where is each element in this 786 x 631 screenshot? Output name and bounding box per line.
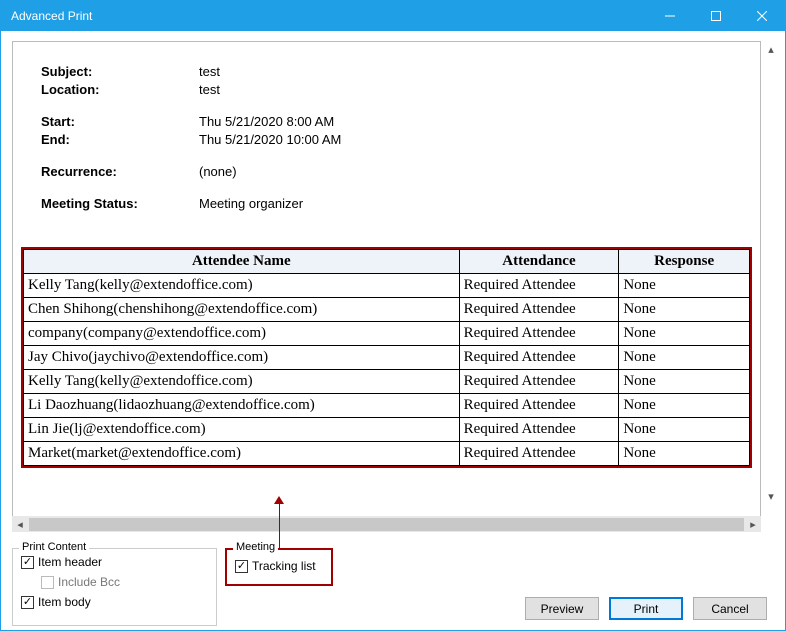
checkbox-icon — [235, 560, 248, 573]
attendance-cell: Required Attendee — [459, 442, 619, 466]
attendee-name-cell: company(company@extendoffice.com) — [24, 322, 460, 346]
start-value: Thu 5/21/2020 8:00 AM — [199, 114, 334, 129]
response-cell: None — [619, 394, 750, 418]
location-value: test — [199, 82, 220, 97]
response-cell: None — [619, 298, 750, 322]
response-cell: None — [619, 322, 750, 346]
attendee-name-cell: Chen Shihong(chenshihong@extendoffice.co… — [24, 298, 460, 322]
scroll-down-icon[interactable]: ▾ — [763, 488, 779, 504]
scroll-right-icon[interactable]: ▸ — [745, 516, 761, 532]
response-cell: None — [619, 442, 750, 466]
checkbox-icon — [21, 556, 34, 569]
maximize-button[interactable] — [693, 1, 739, 31]
table-row: company(company@extendoffice.com)Require… — [24, 322, 750, 346]
status-label: Meeting Status: — [41, 196, 199, 211]
status-value: Meeting organizer — [199, 196, 303, 211]
scroll-up-icon[interactable]: ▴ — [763, 41, 779, 57]
scroll-thumb[interactable] — [29, 518, 744, 531]
table-row: Chen Shihong(chenshihong@extendoffice.co… — [24, 298, 750, 322]
attendee-name-cell: Lin Jie(lj@extendoffice.com) — [24, 418, 460, 442]
cancel-button[interactable]: Cancel — [693, 597, 767, 620]
start-label: Start: — [41, 114, 199, 129]
attendees-table-wrap: Attendee Name Attendance Response Kelly … — [21, 247, 752, 468]
attendee-name-cell: Kelly Tang(kelly@extendoffice.com) — [24, 370, 460, 394]
recurrence-value: (none) — [199, 164, 237, 179]
attendance-cell: Required Attendee — [459, 274, 619, 298]
item-header-label: Item header — [38, 555, 102, 569]
table-row: Market(market@extendoffice.com)Required … — [24, 442, 750, 466]
response-cell: None — [619, 274, 750, 298]
item-body-checkbox[interactable]: Item body — [13, 595, 216, 609]
attendance-cell: Required Attendee — [459, 418, 619, 442]
subject-label: Subject: — [41, 64, 199, 79]
horizontal-scrollbar[interactable]: ◂ ▸ — [12, 516, 761, 532]
attendee-name-cell: Li Daozhuang(lidaozhuang@extendoffice.co… — [24, 394, 460, 418]
preview-button[interactable]: Preview — [525, 597, 599, 620]
response-cell: None — [619, 370, 750, 394]
include-bcc-label: Include Bcc — [58, 575, 120, 589]
meeting-info: Subject: test Location: test Start: Thu … — [13, 42, 760, 211]
checkbox-icon — [21, 596, 34, 609]
attendance-cell: Required Attendee — [459, 394, 619, 418]
print-content-legend: Print Content — [19, 541, 89, 553]
tracking-list-checkbox[interactable]: Tracking list — [227, 559, 331, 573]
col-attendee-name: Attendee Name — [24, 250, 460, 274]
response-cell: None — [619, 346, 750, 370]
print-button[interactable]: Print — [609, 597, 683, 620]
checkbox-icon — [41, 576, 54, 589]
table-row: Lin Jie(lj@extendoffice.com)Required Att… — [24, 418, 750, 442]
end-value: Thu 5/21/2020 10:00 AM — [199, 132, 341, 147]
content-area: Subject: test Location: test Start: Thu … — [1, 31, 785, 542]
recurrence-label: Recurrence: — [41, 164, 199, 179]
close-button[interactable] — [739, 1, 785, 31]
callout-line — [279, 502, 280, 548]
attendance-cell: Required Attendee — [459, 322, 619, 346]
item-body-label: Item body — [38, 595, 91, 609]
tracking-list-label: Tracking list — [252, 559, 316, 573]
table-row: Jay Chivo(jaychivo@extendoffice.com)Requ… — [24, 346, 750, 370]
minimize-button[interactable] — [647, 1, 693, 31]
response-cell: None — [619, 418, 750, 442]
table-row: Kelly Tang(kelly@extendoffice.com)Requir… — [24, 370, 750, 394]
attendee-name-cell: Jay Chivo(jaychivo@extendoffice.com) — [24, 346, 460, 370]
table-row: Kelly Tang(kelly@extendoffice.com)Requir… — [24, 274, 750, 298]
meeting-group: Meeting Tracking list — [225, 548, 333, 586]
footer: Print Content Item header Include Bcc It… — [1, 542, 785, 630]
item-header-checkbox[interactable]: Item header — [13, 555, 216, 569]
meeting-legend: Meeting — [233, 541, 278, 553]
window-title: Advanced Print — [1, 9, 647, 23]
button-row: Preview Print Cancel — [525, 597, 767, 620]
attendance-cell: Required Attendee — [459, 370, 619, 394]
print-content-group: Print Content Item header Include Bcc It… — [12, 548, 217, 626]
attendees-table: Attendee Name Attendance Response Kelly … — [23, 249, 750, 466]
location-label: Location: — [41, 82, 199, 97]
vertical-scrollbar[interactable]: ▴ ▾ — [763, 41, 779, 504]
attendance-cell: Required Attendee — [459, 346, 619, 370]
table-row: Li Daozhuang(lidaozhuang@extendoffice.co… — [24, 394, 750, 418]
attendee-name-cell: Kelly Tang(kelly@extendoffice.com) — [24, 274, 460, 298]
subject-value: test — [199, 64, 220, 79]
scroll-left-icon[interactable]: ◂ — [12, 516, 28, 532]
end-label: End: — [41, 132, 199, 147]
attendance-cell: Required Attendee — [459, 298, 619, 322]
include-bcc-checkbox[interactable]: Include Bcc — [13, 575, 216, 589]
preview-pane: Subject: test Location: test Start: Thu … — [12, 41, 761, 532]
col-response: Response — [619, 250, 750, 274]
titlebar: Advanced Print — [1, 1, 785, 31]
attendee-name-cell: Market(market@extendoffice.com) — [24, 442, 460, 466]
col-attendance: Attendance — [459, 250, 619, 274]
